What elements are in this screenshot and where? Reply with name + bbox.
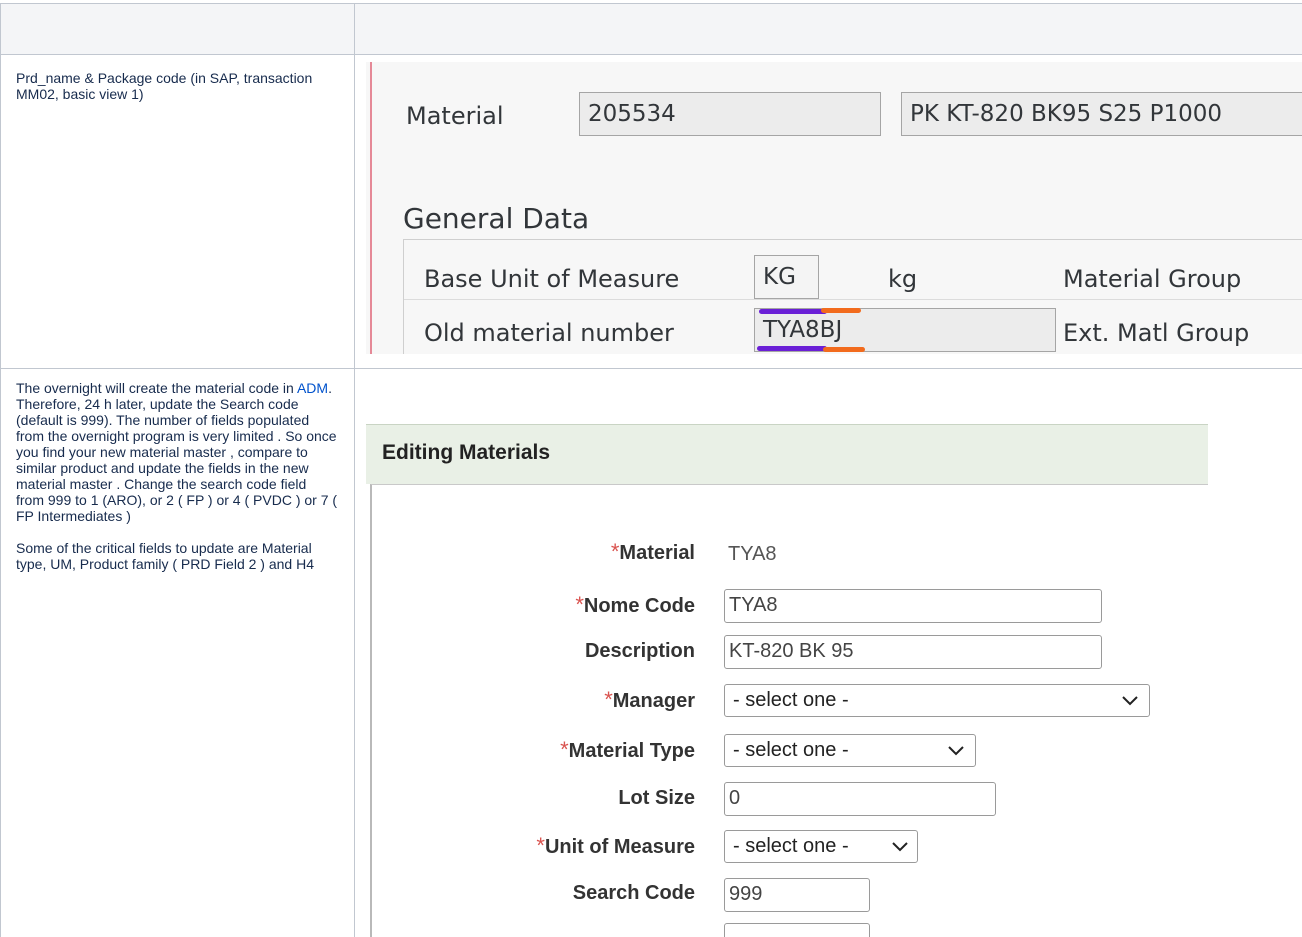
next-field-input[interactable] bbox=[724, 923, 870, 937]
manager-select-value: - select one - bbox=[733, 689, 849, 711]
table-header-cell-2 bbox=[355, 4, 1302, 54]
material-description-field[interactable]: PK KT-820 BK95 S25 P1000 bbox=[901, 92, 1302, 136]
table-border bbox=[0, 3, 1302, 4]
adm-link[interactable]: ADM bbox=[297, 380, 328, 396]
row1-description: Prd_name & Package code (in SAP, transac… bbox=[16, 70, 313, 102]
general-data-heading: General Data bbox=[403, 202, 590, 235]
required-marker: * bbox=[575, 592, 584, 617]
manager-label: *Manager bbox=[604, 687, 695, 712]
material-value: TYA8 bbox=[728, 543, 777, 565]
material-group-label: Material Group bbox=[1063, 265, 1242, 293]
purple-underline-mark bbox=[757, 346, 827, 351]
table-border bbox=[0, 54, 1302, 55]
base-uom-field[interactable]: KG bbox=[754, 255, 819, 299]
sap-screenshot: Material 205534 PK KT-820 BK95 S25 P1000… bbox=[366, 62, 1302, 354]
chevron-down-icon bbox=[948, 746, 964, 756]
table-border bbox=[0, 3, 1, 937]
search-code-input[interactable]: 999 bbox=[724, 878, 870, 912]
unit-of-measure-label: *Unit of Measure bbox=[536, 833, 695, 858]
required-marker: * bbox=[536, 833, 545, 858]
sap-left-border bbox=[370, 62, 372, 354]
search-code-label: Search Code bbox=[572, 882, 695, 904]
chevron-down-icon bbox=[1122, 696, 1138, 706]
material-type-select[interactable]: - select one - bbox=[724, 734, 976, 767]
table-border bbox=[354, 3, 355, 937]
required-marker: * bbox=[610, 539, 620, 564]
base-uom-label: Base Unit of Measure bbox=[424, 265, 680, 293]
description-label: Description bbox=[584, 640, 695, 662]
old-material-label: Old material number bbox=[424, 319, 674, 347]
material-type-select-value: - select one - bbox=[733, 739, 849, 761]
material-number-field[interactable]: 205534 bbox=[579, 92, 881, 136]
unit-of-measure-select-value: - select one - bbox=[733, 835, 849, 857]
material-label: *Material bbox=[610, 539, 695, 564]
lot-size-input[interactable]: 0 bbox=[724, 782, 996, 816]
nome-code-input[interactable]: TYA8 bbox=[724, 589, 1102, 623]
unit-of-measure-select[interactable]: - select one - bbox=[724, 830, 918, 863]
table-header-cell-1 bbox=[1, 4, 354, 54]
page-title: Editing Materials bbox=[382, 441, 551, 464]
editing-materials-header: Editing Materials bbox=[366, 424, 1208, 484]
required-marker: * bbox=[560, 737, 569, 762]
manager-select[interactable]: - select one - bbox=[724, 684, 1150, 717]
lot-size-label: Lot Size bbox=[618, 787, 695, 809]
orange-highlight-mark bbox=[821, 308, 861, 313]
ext-matl-group-label: Ext. Matl Group bbox=[1063, 319, 1250, 347]
adm-screenshot: Editing Materials *Material TYA8 *Nome C… bbox=[366, 424, 1208, 937]
base-uom-text: kg bbox=[888, 265, 918, 293]
chevron-down-icon bbox=[892, 842, 908, 852]
nome-code-label: *Nome Code bbox=[575, 592, 695, 617]
row-divider bbox=[404, 299, 1302, 300]
edit-form-panel: *Material TYA8 *Nome Code TYA8 Descripti… bbox=[370, 484, 1208, 937]
row2-description: The overnight will create the material c… bbox=[16, 380, 338, 572]
required-marker: * bbox=[604, 687, 613, 712]
orange-underline-mark bbox=[823, 347, 865, 352]
purple-highlight-mark bbox=[759, 309, 827, 314]
table-border bbox=[0, 368, 1302, 369]
description-input[interactable]: KT-820 BK 95 bbox=[724, 635, 1102, 669]
material-type-label: *Material Type bbox=[560, 737, 695, 762]
material-label: Material bbox=[406, 102, 504, 130]
